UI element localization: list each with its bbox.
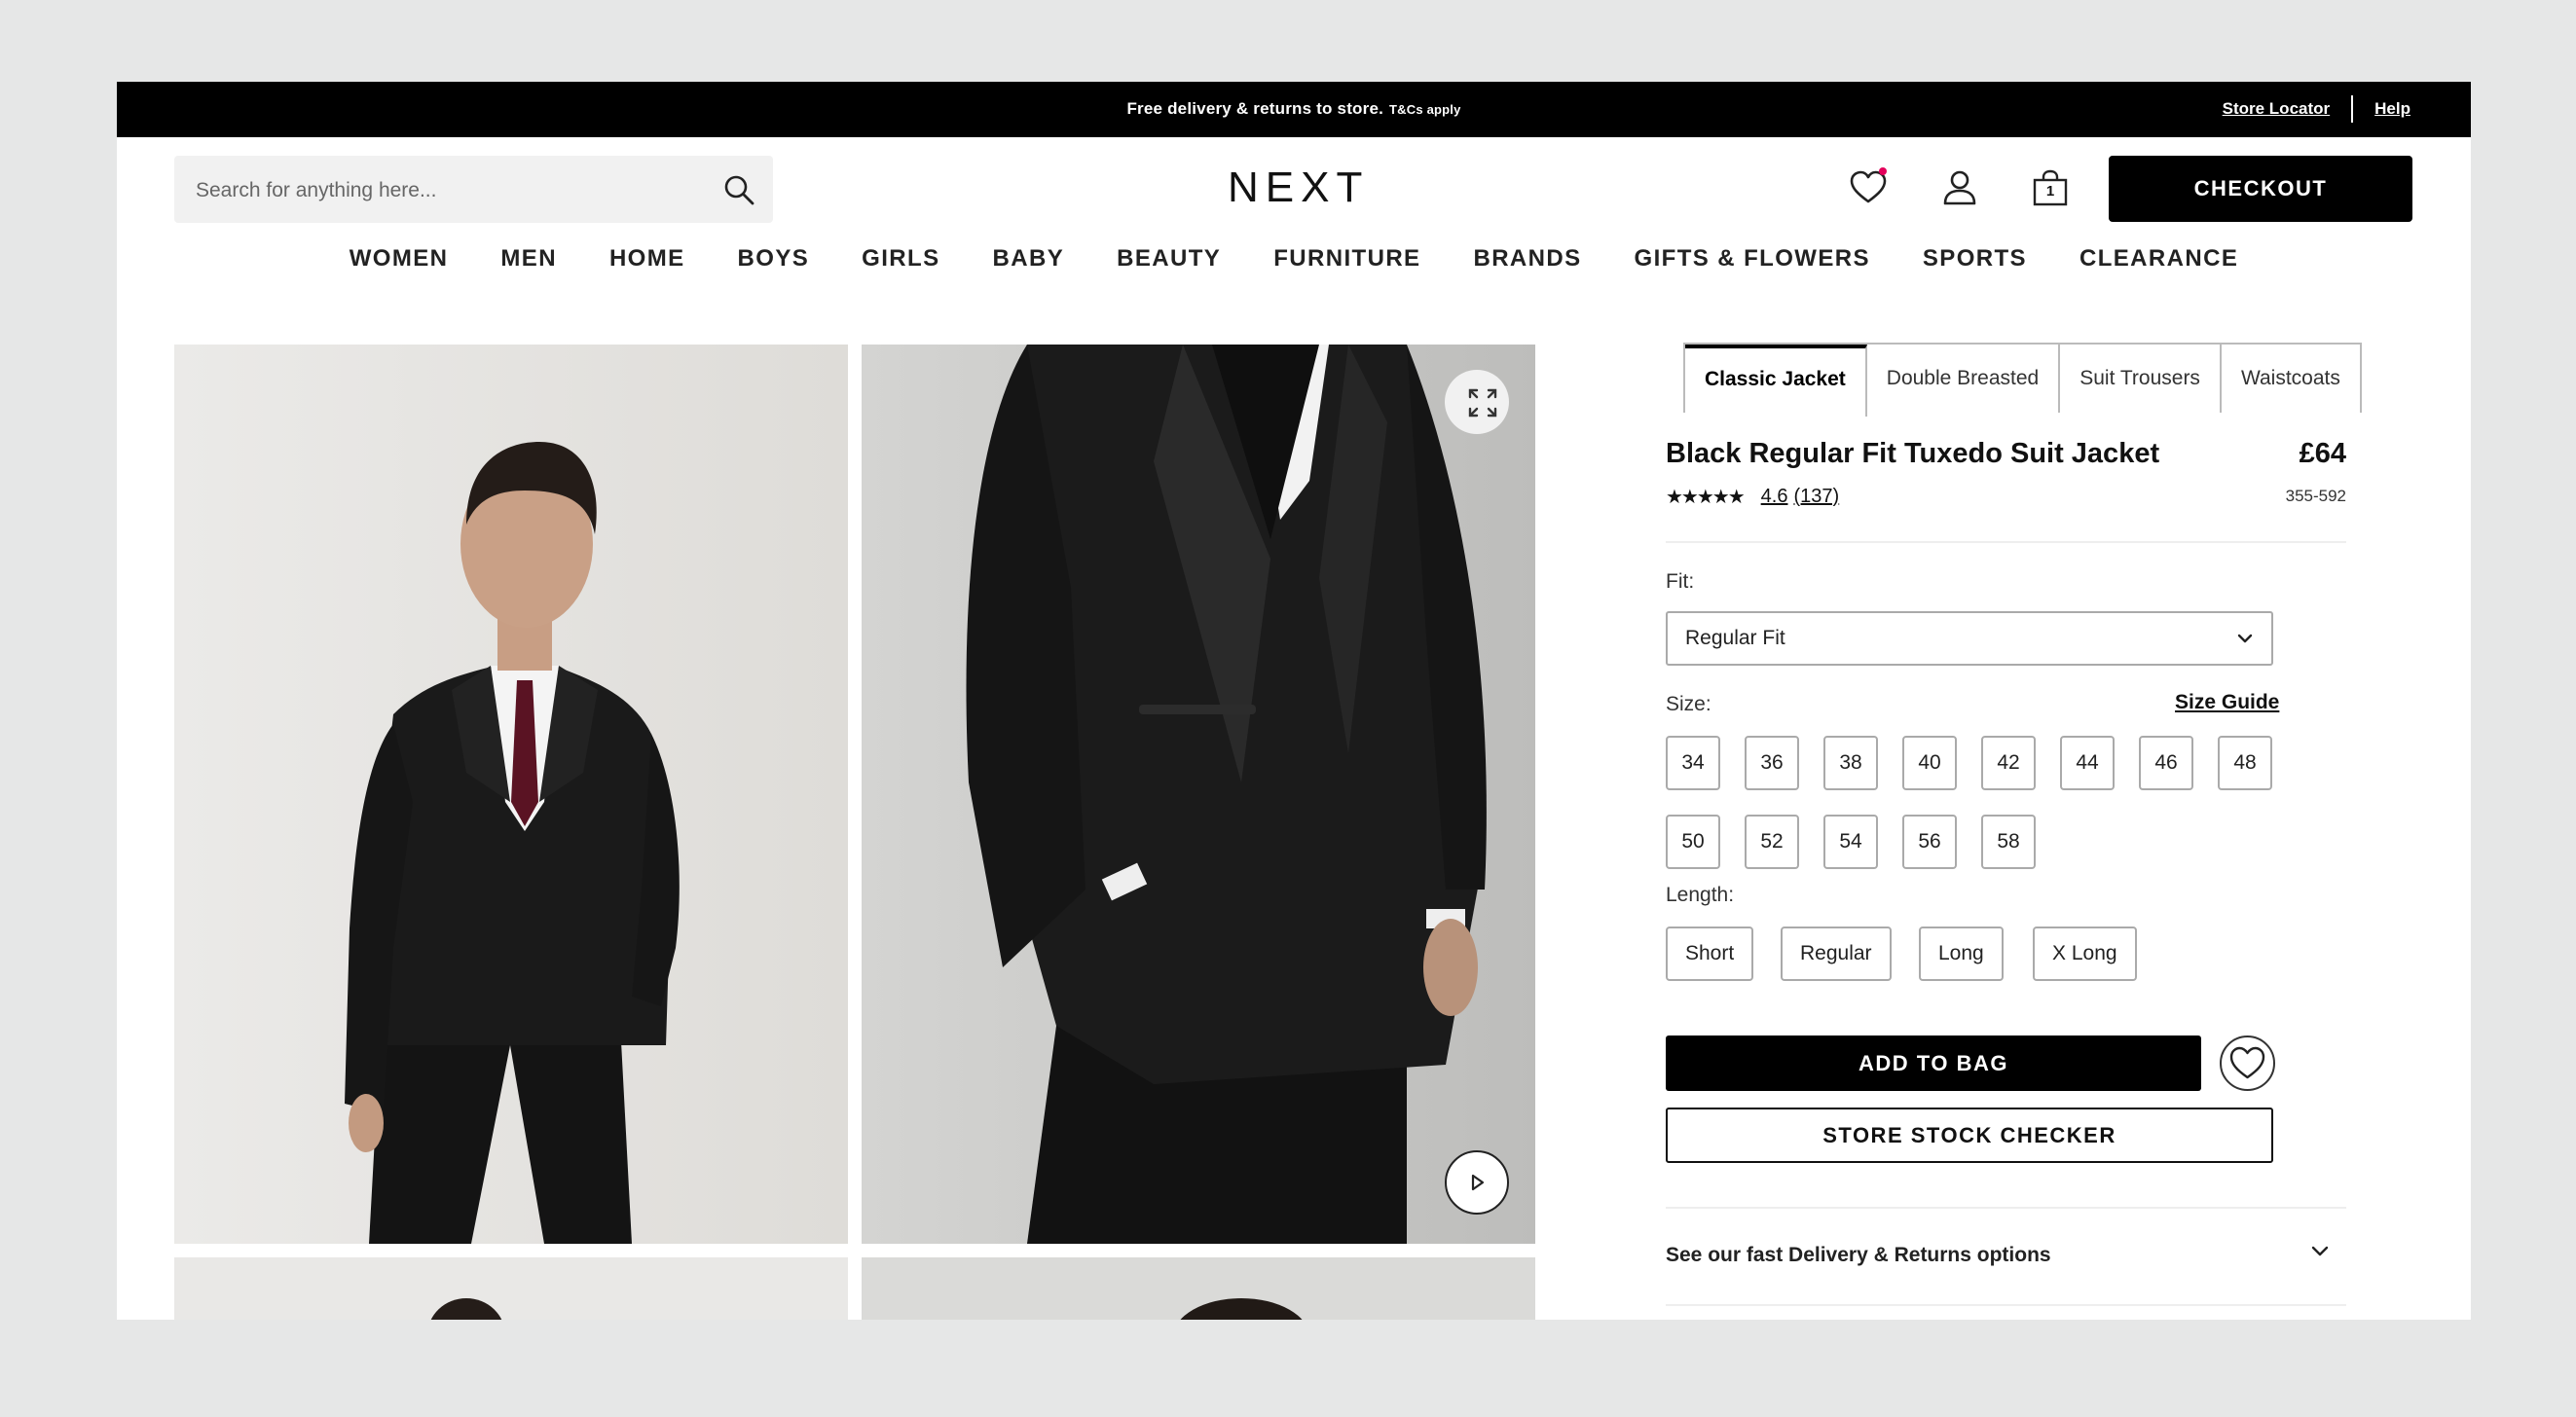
chevron-down-icon — [2237, 634, 2253, 643]
rating-stars-icon: ★★★★★ — [1666, 487, 1746, 508]
play-icon — [1471, 1174, 1485, 1191]
store-locator-link[interactable]: Store Locator — [2223, 99, 2331, 119]
nav-item-home[interactable]: HOME — [583, 245, 712, 272]
play-video-button[interactable] — [1445, 1150, 1509, 1215]
promo-bar: Free delivery & returns to store. T&Cs ap… — [117, 82, 2471, 137]
fit-value: Regular Fit — [1685, 627, 1785, 649]
divider — [1666, 1207, 2346, 1209]
add-to-wishlist-button[interactable] — [2220, 1036, 2275, 1091]
add-to-bag-button[interactable]: ADD TO BAG — [1666, 1036, 2201, 1091]
length-option[interactable]: Regular — [1781, 926, 1892, 981]
product-code: 355-592 — [2285, 487, 2346, 505]
help-link[interactable]: Help — [2374, 99, 2410, 119]
search-input[interactable] — [194, 156, 704, 225]
nav-item-sports[interactable]: SPORTS — [1896, 245, 2053, 272]
size-option[interactable]: 56 — [1902, 815, 1957, 869]
size-option[interactable]: 58 — [1981, 815, 2036, 869]
size-label: Size: — [1666, 693, 1711, 715]
fullscreen-button[interactable] — [1445, 370, 1509, 434]
size-option[interactable]: 52 — [1745, 815, 1799, 869]
fit-label: Fit: — [1666, 570, 1695, 593]
nav-item-furniture[interactable]: FURNITURE — [1247, 245, 1447, 272]
bag-count: 1 — [2045, 183, 2055, 200]
nav-item-gifts-flowers[interactable]: GIFTS & FLOWERS — [1608, 245, 1896, 272]
size-guide-link[interactable]: Size Guide — [2175, 691, 2279, 714]
product-image-4[interactable] — [862, 1257, 1535, 1320]
product-tabs: Classic Jacket Double Breasted Suit Trouse… — [1683, 343, 2362, 417]
divider — [1666, 1304, 2346, 1306]
rating: ★★★★★ 4.6 (137) — [1666, 485, 1839, 509]
size-option[interactable]: 46 — [2139, 736, 2193, 790]
heart-icon — [2229, 1046, 2265, 1079]
chevron-down-icon[interactable] — [2307, 1238, 2333, 1263]
rating-value[interactable]: 4.6 — [1761, 486, 1788, 508]
account-icon[interactable] — [1939, 167, 1980, 208]
length-option[interactable]: Short — [1666, 926, 1754, 981]
review-count[interactable]: (137) — [1793, 486, 1839, 508]
tab-waistcoats[interactable]: Waistcoats — [2221, 345, 2360, 413]
search-icon[interactable] — [722, 173, 755, 206]
size-option[interactable]: 44 — [2060, 736, 2115, 790]
nav-item-beauty[interactable]: BEAUTY — [1090, 245, 1247, 272]
size-option[interactable]: 40 — [1902, 736, 1957, 790]
delivery-returns-toggle[interactable]: See our fast Delivery & Returns options — [1666, 1244, 2051, 1267]
search-box — [174, 156, 773, 225]
divider — [1666, 541, 2346, 543]
size-option[interactable]: 42 — [1981, 736, 2036, 790]
product-title: Black Regular Fit Tuxedo Suit Jacket — [1666, 438, 2160, 469]
size-option[interactable]: 48 — [2218, 736, 2272, 790]
length-option[interactable]: Long — [1919, 926, 2004, 981]
size-option[interactable]: 38 — [1823, 736, 1878, 790]
expand-icon — [1468, 388, 1497, 418]
page: Free delivery & returns to store. T&Cs ap… — [117, 82, 2471, 1320]
length-option[interactable]: X Long — [2033, 926, 2137, 981]
fit-select[interactable]: Regular Fit — [1666, 611, 2273, 666]
size-option[interactable]: 36 — [1745, 736, 1799, 790]
length-label: Length: — [1666, 884, 1735, 906]
tcs-link[interactable]: T&Cs apply — [1389, 102, 1461, 117]
product-price: £64 — [2299, 438, 2346, 469]
main-nav: WOMEN MEN HOME BOYS GIRLS BABY BEAUTY FURNITURE… — [117, 245, 2471, 272]
promo-text-wrap: Free delivery & returns to store. T&Cs ap… — [117, 99, 2471, 119]
product-image-3[interactable] — [174, 1257, 848, 1320]
tab-suit-trousers[interactable]: Suit Trousers — [2060, 345, 2222, 413]
nav-item-girls[interactable]: GIRLS — [835, 245, 966, 272]
divider — [2351, 95, 2354, 123]
wishlist-heart-icon[interactable] — [1848, 167, 1889, 208]
nav-item-boys[interactable]: BOYS — [712, 245, 836, 272]
tab-double-breasted[interactable]: Double Breasted — [1866, 345, 2061, 413]
size-option[interactable]: 50 — [1666, 815, 1720, 869]
product-image-front[interactable] — [174, 345, 848, 1244]
checkout-button[interactable]: CHECKOUT — [2109, 156, 2412, 222]
store-stock-checker-button[interactable]: STORE STOCK CHECKER — [1666, 1108, 2273, 1163]
nav-item-brands[interactable]: BRANDS — [1447, 245, 1607, 272]
promo-text: Free delivery & returns to store. — [1126, 99, 1384, 118]
nav-item-clearance[interactable]: CLEARANCE — [2053, 245, 2264, 272]
nav-item-women[interactable]: WOMEN — [323, 245, 475, 272]
product-image-closeup[interactable] — [862, 345, 1535, 1244]
size-option[interactable]: 34 — [1666, 736, 1720, 790]
tab-classic-jacket[interactable]: Classic Jacket — [1685, 345, 1867, 417]
nav-item-baby[interactable]: BABY — [967, 245, 1091, 272]
bag-button[interactable]: 1 — [2030, 167, 2071, 208]
size-option[interactable]: 54 — [1823, 815, 1878, 869]
top-links: Store Locator Help — [2223, 95, 2410, 123]
brand-logo[interactable]: NEXT — [1228, 164, 1362, 212]
nav-item-men[interactable]: MEN — [474, 245, 583, 272]
